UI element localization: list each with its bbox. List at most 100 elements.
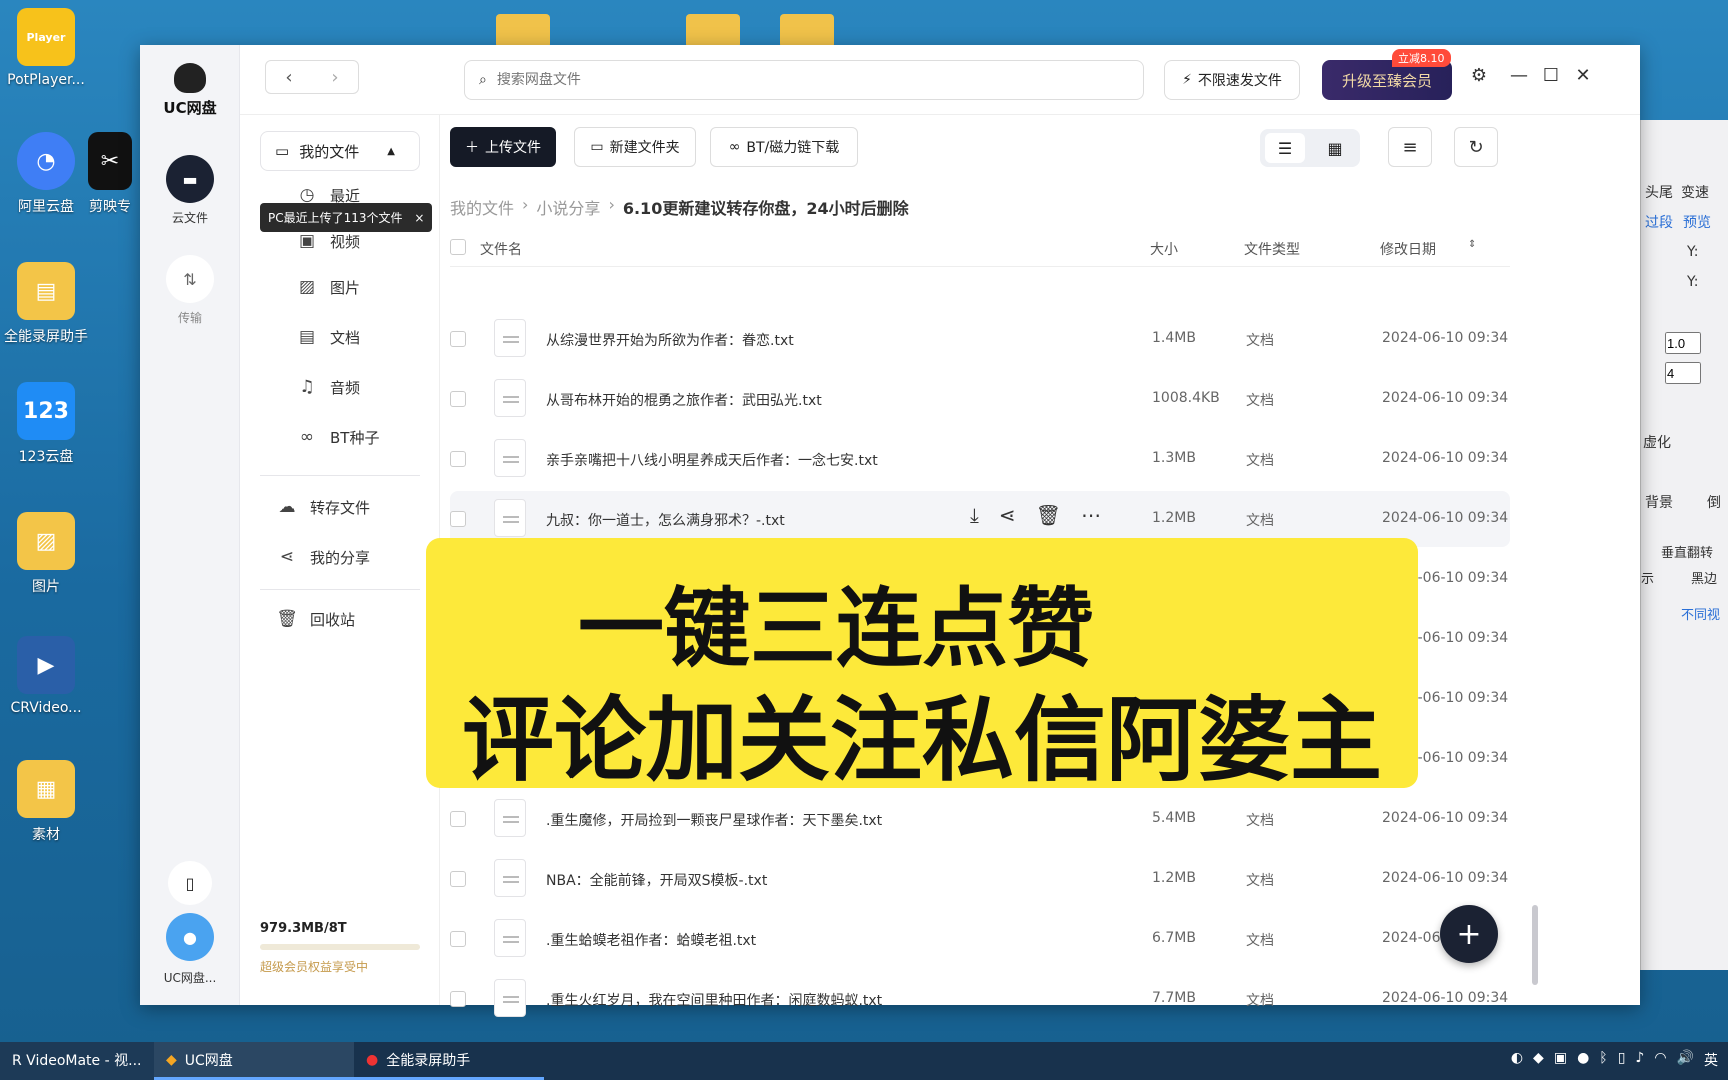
- desktop-folder-icon[interactable]: [780, 14, 834, 46]
- desktop-icon-123pan[interactable]: 123 123云盘: [0, 382, 94, 466]
- table-row[interactable]: .重生蛤蟆老祖作者：蛤蟆老祖.txt 6.7MB 文档 2024-06-: [450, 911, 1510, 967]
- back-icon[interactable]: ‹: [285, 67, 292, 88]
- maximize-icon[interactable]: ☐: [1538, 65, 1564, 86]
- refresh-button[interactable]: ↻: [1454, 127, 1498, 167]
- uc-logo-icon: [174, 63, 206, 93]
- transfer-icon: ⇅: [183, 269, 197, 289]
- desktop-icon-recorder[interactable]: ▤ 全能录屏助手: [0, 262, 94, 346]
- upload-button[interactable]: ＋上传文件: [450, 127, 556, 167]
- share-icon[interactable]: ⋖: [999, 503, 1016, 527]
- chevron-right-icon: ›: [608, 195, 615, 214]
- download-icon[interactable]: ⤓: [970, 503, 979, 527]
- scrollbar[interactable]: [1532, 905, 1538, 985]
- tab-speed[interactable]: 变速: [1681, 182, 1709, 202]
- list-view-icon[interactable]: ☰: [1265, 133, 1305, 163]
- search-input[interactable]: [496, 72, 1097, 88]
- cloud-transfer-icon: ☁: [278, 497, 296, 517]
- tray-recorder-icon[interactable]: ●: [1577, 1050, 1589, 1070]
- table-row[interactable]: 从哥布林开始的棍勇之旅作者：武田弘光.txt 1008.4KB 文档 2024-06-…: [450, 371, 1510, 427]
- close-icon[interactable]: ✕: [1570, 65, 1596, 86]
- taskbar-item-recorder[interactable]: ● 全能录屏助手: [354, 1042, 544, 1080]
- close-icon[interactable]: ×: [414, 211, 424, 225]
- row-checkbox[interactable]: [450, 931, 466, 947]
- tray-network-icon[interactable]: ◠: [1654, 1050, 1666, 1070]
- tray-ucdrive-icon[interactable]: ◆: [1533, 1050, 1544, 1070]
- diff-view-link[interactable]: 不同视: [1681, 604, 1720, 623]
- trash-icon[interactable]: 🗑: [1036, 503, 1061, 527]
- more-icon[interactable]: ⋯: [1081, 503, 1101, 527]
- count-input[interactable]: [1665, 362, 1701, 384]
- scale-input[interactable]: [1665, 332, 1701, 354]
- tray-volume-icon[interactable]: 🔊: [1677, 1050, 1694, 1070]
- table-row[interactable]: 从综漫世界开始为所欲为作者：眷恋.txt 1.4MB 文档 2024-06-10 09…: [450, 311, 1510, 367]
- phone-button[interactable]: ▯: [168, 861, 212, 905]
- table-row[interactable]: 亲手亲嘴把十八线小明星养成天后作者：一念七安.txt 1.3MB 文档 2024-06…: [450, 431, 1510, 487]
- row-checkbox[interactable]: [450, 511, 466, 527]
- sort-button[interactable]: ≡: [1388, 127, 1432, 167]
- file-name: .重生魔修，开局捡到一颗丧尸星球作者：天下墨矣.txt: [546, 813, 883, 829]
- col-name[interactable]: 文件名: [480, 239, 522, 259]
- nav-recycle[interactable]: 🗑 回收站: [276, 599, 426, 639]
- select-all-checkbox[interactable]: [450, 239, 466, 255]
- nav-bt[interactable]: ∞ BT种子: [296, 417, 446, 457]
- row-checkbox[interactable]: [450, 991, 466, 1007]
- link-preview[interactable]: 预览: [1683, 212, 1711, 232]
- link-segment[interactable]: 过段: [1645, 212, 1673, 232]
- unlimited-speed-button[interactable]: ⚡ 不限速发文件: [1164, 60, 1300, 100]
- file-name: 亲手亲嘴把十八线小明星养成天后作者：一念七安.txt: [546, 453, 878, 469]
- avatar[interactable]: ●: [166, 913, 214, 961]
- new-folder-button[interactable]: ▭ 新建文件夹: [574, 127, 696, 167]
- tray-nvidia-icon[interactable]: ▣: [1554, 1050, 1567, 1070]
- recorder-icon: ●: [366, 1051, 379, 1068]
- row-checkbox[interactable]: [450, 871, 466, 887]
- row-checkbox[interactable]: [450, 451, 466, 467]
- desktop-icon-potplayer[interactable]: Player PotPlayer...: [0, 8, 94, 88]
- file-name: .重生火红岁月，我在空间里种田作者：闲庭数蚂蚁.txt: [546, 993, 883, 1009]
- file-size: 1.3MB: [1152, 450, 1196, 466]
- ime-indicator[interactable]: 英: [1704, 1050, 1718, 1070]
- forward-icon[interactable]: ›: [331, 67, 338, 88]
- col-date[interactable]: 修改日期: [1380, 239, 1436, 259]
- tray-usb-icon[interactable]: ▯: [1618, 1050, 1626, 1070]
- nav-audio[interactable]: ♫ 音频: [296, 367, 446, 407]
- tab-head-tail[interactable]: 头尾: [1645, 182, 1673, 202]
- search-box[interactable]: ⌕: [464, 60, 1144, 100]
- cloud-files-button[interactable]: ▬: [166, 155, 214, 203]
- txt-file-icon: [494, 379, 526, 417]
- table-row[interactable]: .重生火红岁月，我在空间里种田作者：闲庭数蚂蚁.txt 7.7MB 文档 2024-0…: [450, 971, 1510, 1027]
- tray-bluetooth-icon[interactable]: ᛒ: [1599, 1050, 1607, 1070]
- table-row[interactable]: .重生魔修，开局捡到一颗丧尸星球作者：天下墨矣.txt 5.4MB 文档 2024-0…: [450, 791, 1510, 847]
- transfer-button[interactable]: ⇅: [166, 255, 214, 303]
- file-size: 1.2MB: [1152, 510, 1196, 526]
- my-files-button[interactable]: ▭ 我的文件 ▲: [260, 131, 420, 171]
- row-checkbox[interactable]: [450, 811, 466, 827]
- taskbar-item-videomate[interactable]: R VideoMate - 视...: [0, 1042, 154, 1080]
- desktop-icon-crvideo[interactable]: ▶ CRVideo...: [0, 636, 94, 716]
- taskbar-item-ucdrive[interactable]: ◆ UC网盘: [154, 1042, 354, 1080]
- minimize-icon[interactable]: —: [1506, 65, 1532, 86]
- row-checkbox[interactable]: [450, 391, 466, 407]
- add-fab-button[interactable]: +: [1440, 905, 1498, 963]
- row-checkbox[interactable]: [450, 331, 466, 347]
- bt-download-button[interactable]: ∞ BT/磁力链下载: [710, 127, 858, 167]
- breadcrumb-sub[interactable]: 小说分享: [536, 195, 600, 219]
- settings-icon[interactable]: ⚙: [1466, 65, 1492, 86]
- nav-transfer-files[interactable]: ☁ 转存文件: [276, 487, 426, 527]
- col-type[interactable]: 文件类型: [1244, 239, 1300, 259]
- nav-my-share[interactable]: ⋖ 我的分享: [276, 537, 426, 577]
- desktop-folder-icon[interactable]: [686, 14, 740, 46]
- desktop-icon-jianying[interactable]: ✂ 剪映专: [80, 132, 140, 216]
- tray-cat-icon[interactable]: ◐: [1511, 1050, 1523, 1070]
- tray-mic-icon[interactable]: ♪: [1635, 1050, 1644, 1070]
- desktop-icon-material[interactable]: ▦ 素材: [0, 760, 94, 844]
- desktop-folder-icon[interactable]: [496, 14, 550, 46]
- col-size[interactable]: 大小: [1150, 239, 1178, 259]
- table-row[interactable]: NBA：全能前锋，开局双S模板-.txt 1.2MB 文档 2024-06-10 09…: [450, 851, 1510, 907]
- desktop-icon-pictures[interactable]: ▨ 图片: [0, 512, 94, 596]
- folder-icon: ▭: [590, 139, 604, 155]
- breadcrumb-root[interactable]: 我的文件: [450, 195, 514, 219]
- grid-view-icon[interactable]: ▦: [1315, 133, 1355, 163]
- nav-docs[interactable]: ▤ 文档: [296, 317, 446, 357]
- file-name: .重生蛤蟆老祖作者：蛤蟆老祖.txt: [546, 933, 757, 949]
- nav-images[interactable]: ▨ 图片: [296, 267, 446, 307]
